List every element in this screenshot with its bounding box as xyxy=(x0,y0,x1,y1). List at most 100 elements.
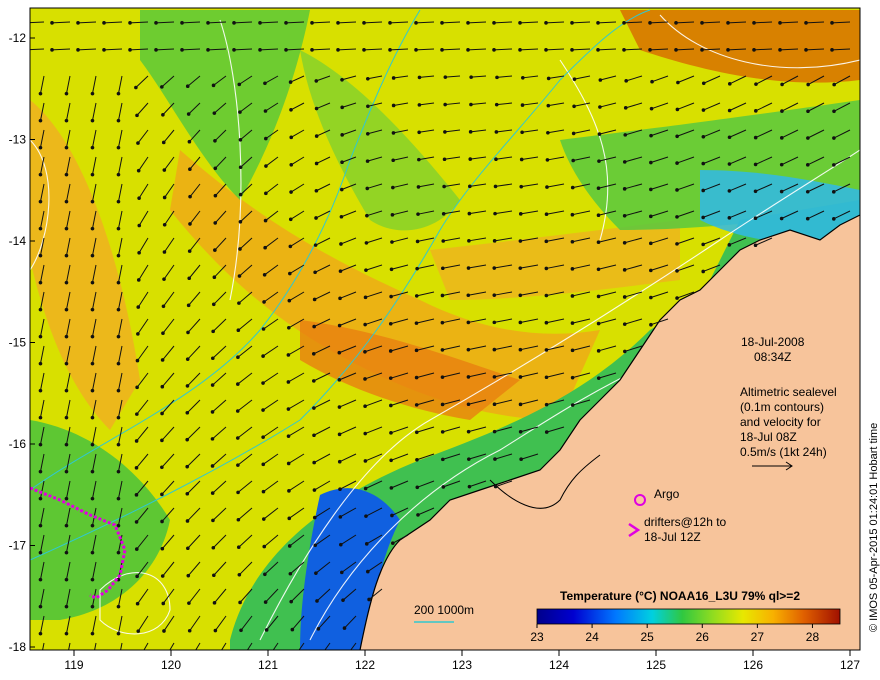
velocity-vector-head xyxy=(622,48,626,52)
velocity-vector-head xyxy=(137,223,142,228)
velocity-vector-head xyxy=(116,280,121,285)
map-plot-area xyxy=(30,8,860,650)
velocity-vector-head xyxy=(596,321,601,326)
velocity-vector-head xyxy=(624,79,628,83)
velocity-vector-head xyxy=(337,378,342,382)
velocity-vector-head xyxy=(805,189,810,194)
velocity-vector-head xyxy=(64,118,69,123)
velocity-vector-head xyxy=(90,91,95,96)
velocity-vector-head xyxy=(753,216,758,221)
colorbar-tick-label: 23 xyxy=(530,630,544,644)
velocity-vector-head xyxy=(136,332,140,336)
velocity-vector-head xyxy=(186,303,191,308)
velocity-vector-head xyxy=(649,106,654,111)
velocity-vector-head xyxy=(442,184,446,189)
velocity-vector-head xyxy=(492,239,497,243)
velocity-vector-head xyxy=(417,103,422,107)
velocity-vector-head xyxy=(211,356,215,361)
velocity-vector-head xyxy=(779,189,784,194)
velocity-vector-head xyxy=(186,112,191,116)
velocity-vector-head xyxy=(64,91,69,96)
velocity-vector-head xyxy=(286,434,291,438)
velocity-vector-head xyxy=(675,269,679,273)
velocity-vector-head xyxy=(363,377,367,381)
velocity-vector-head xyxy=(676,80,680,85)
velocity-vector-head xyxy=(417,130,421,135)
velocity-vector-head xyxy=(64,604,69,609)
velocity-vector-head xyxy=(466,429,471,434)
lat-tick-label: -14 xyxy=(9,234,27,248)
velocity-vector-head xyxy=(160,85,164,89)
velocity-vector-head xyxy=(160,492,164,497)
velocity-vector-head xyxy=(314,134,319,138)
velocity-vector-head xyxy=(492,21,496,25)
velocity-vector-head xyxy=(38,145,43,150)
velocity-vector-head xyxy=(363,486,368,491)
altimetry-line-2: (0.1m contours) xyxy=(740,400,824,414)
velocity-vector-head xyxy=(64,226,69,231)
velocity-vector-head xyxy=(90,226,95,231)
velocity-vector-head xyxy=(160,384,165,389)
velocity-vector-head xyxy=(649,322,653,327)
velocity-vector-head xyxy=(726,48,730,52)
velocity-vector-head xyxy=(675,188,679,192)
velocity-vector-head xyxy=(38,415,43,420)
velocity-vector-head xyxy=(727,82,732,86)
velocity-vector-head xyxy=(287,298,292,303)
velocity-vector-head xyxy=(236,328,241,333)
velocity-vector-head xyxy=(261,354,265,358)
velocity-vector-head xyxy=(366,569,370,574)
velocity-vector-head xyxy=(570,321,575,325)
velocity-vector-head xyxy=(90,604,95,609)
velocity-vector-head xyxy=(649,160,653,165)
velocity-vector-head xyxy=(572,104,576,109)
velocity-vector-head xyxy=(518,48,522,52)
velocity-vector-head xyxy=(154,48,158,52)
velocity-vector-head xyxy=(134,547,139,551)
velocity-vector-head xyxy=(236,463,240,467)
velocity-vector-head xyxy=(468,184,472,189)
velocity-vector-head xyxy=(258,21,262,25)
velocity-vector-head xyxy=(544,320,549,325)
velocity-vector-head xyxy=(161,304,166,309)
velocity-vector-head xyxy=(596,294,601,299)
velocity-vector-head xyxy=(442,157,447,162)
velocity-vector-head xyxy=(598,78,603,82)
lon-tick-label: 121 xyxy=(258,658,278,672)
velocity-vector-head xyxy=(185,491,190,496)
velocity-vector-head xyxy=(701,161,706,166)
velocity-vector-head xyxy=(492,375,497,379)
velocity-vector-head xyxy=(287,325,291,330)
velocity-vector-head xyxy=(210,464,215,468)
velocity-vector-head xyxy=(160,438,164,443)
velocity-vector-head xyxy=(339,570,344,575)
velocity-vector-head xyxy=(38,631,43,636)
velocity-vector-head xyxy=(64,253,69,258)
velocity-vector-head xyxy=(261,489,266,494)
velocity-vector-head xyxy=(312,460,316,465)
velocity-vector-head xyxy=(752,21,756,25)
colorbar-tick-label: 27 xyxy=(751,630,765,644)
velocity-vector-head xyxy=(650,79,654,84)
velocity-vector-head xyxy=(38,172,43,177)
velocity-vector-head xyxy=(832,136,836,140)
velocity-vector-head xyxy=(365,131,370,136)
velocity-vector-head xyxy=(701,269,705,274)
altimetry-line-4: 18-Jul 08Z xyxy=(740,430,797,444)
velocity-vector-head xyxy=(754,82,758,86)
velocity-vector-head xyxy=(701,108,706,112)
velocity-vector-head xyxy=(623,349,627,354)
velocity-vector-head xyxy=(38,118,43,123)
velocity-vector-head xyxy=(310,21,314,25)
velocity-vector-head xyxy=(238,192,243,197)
velocity-vector-head xyxy=(544,266,549,271)
velocity-vector-head xyxy=(701,188,706,193)
velocity-vector-head xyxy=(186,573,191,578)
velocity-vector-head xyxy=(185,357,190,361)
velocity-vector-head xyxy=(544,375,549,380)
velocity-vector-head xyxy=(116,334,121,339)
velocity-vector-head xyxy=(780,109,784,113)
velocity-vector-head xyxy=(544,430,549,434)
velocity-vector-head xyxy=(135,358,140,363)
velocity-vector-head xyxy=(493,484,498,489)
